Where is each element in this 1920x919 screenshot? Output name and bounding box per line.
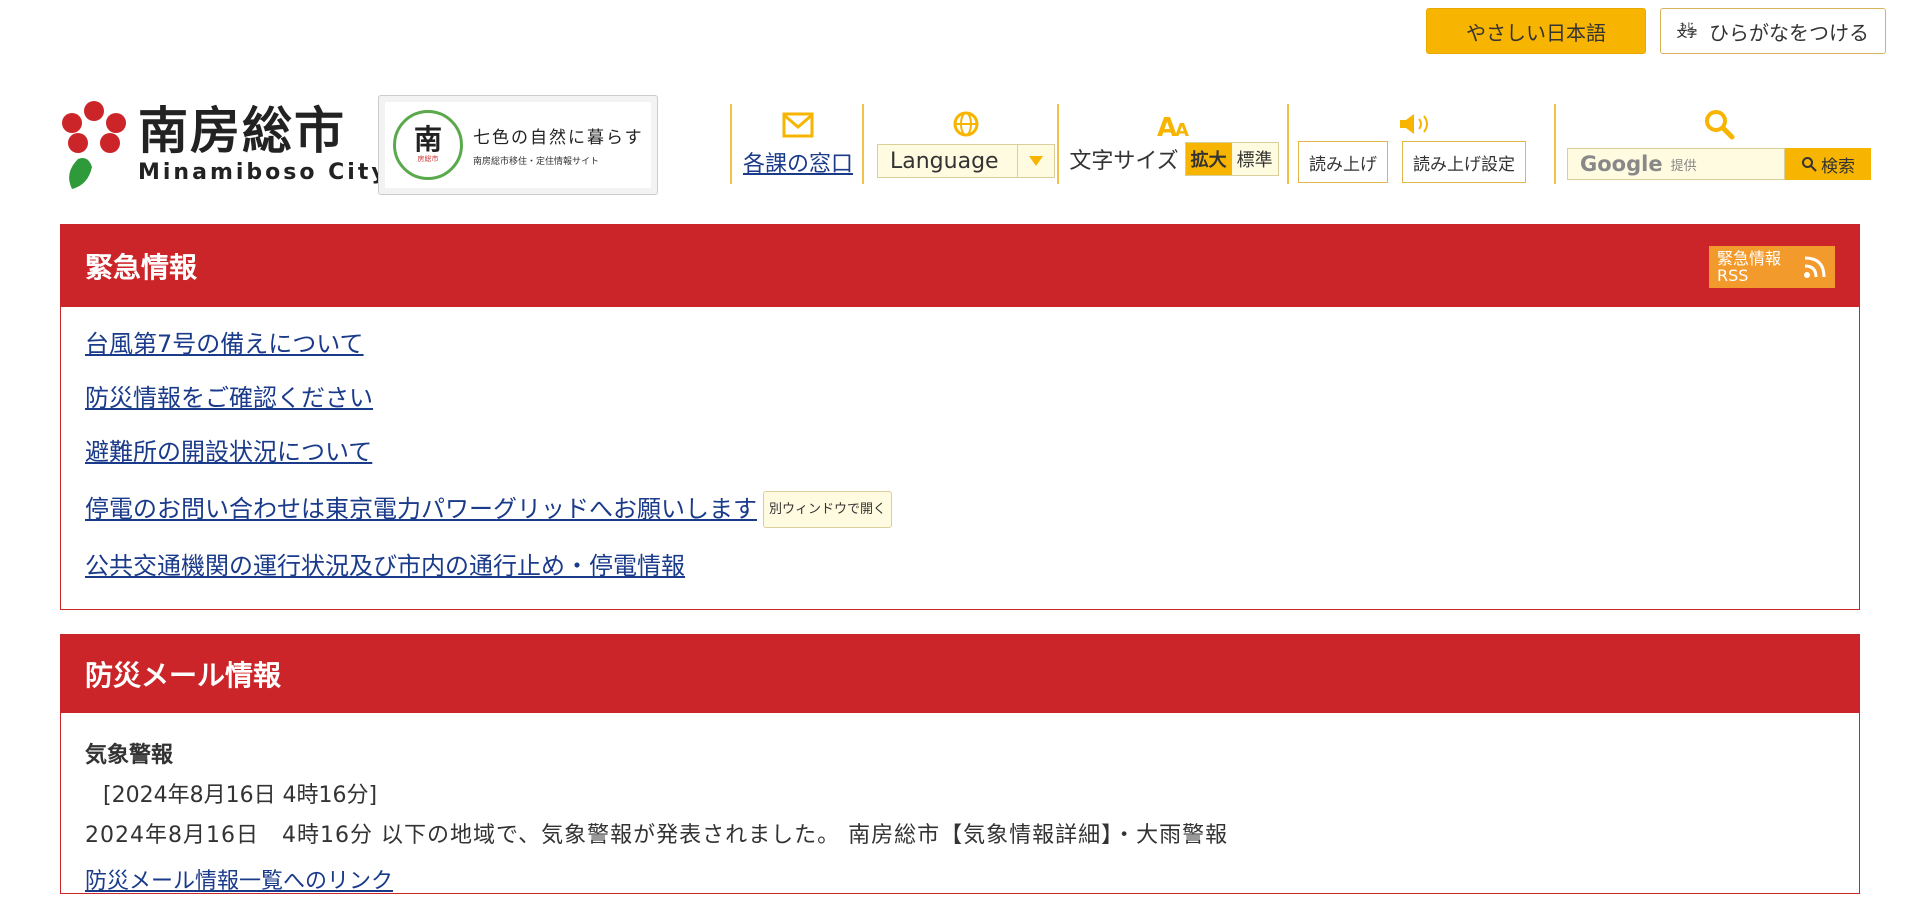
read-aloud-button[interactable]: 読み上げ	[1298, 141, 1388, 183]
divider	[1287, 104, 1289, 184]
emergency-link[interactable]: 避難所の開設状況について	[85, 437, 372, 468]
add-furigana-label: ひらがなをつける	[1709, 20, 1869, 45]
font-size-enlarge-button[interactable]: 拡大	[1185, 143, 1232, 175]
font-size-standard-button[interactable]: 標準	[1231, 143, 1278, 175]
divider	[862, 104, 864, 184]
search-icon	[1705, 110, 1735, 140]
emergency-info-title: 緊急情報	[85, 251, 198, 284]
disaster-mail-body: 気象警報 [2024年8月16日 4時16分] 2024年8月16日 4時16分…	[61, 713, 1859, 919]
banner-subtitle: 南房総市移住・定住情報サイト	[473, 157, 600, 167]
font-size-label: 文字サイズ	[1069, 149, 1179, 174]
divider	[1057, 104, 1059, 184]
language-select[interactable]: Language	[877, 144, 1055, 178]
language-tool: Language	[876, 104, 1056, 184]
easy-japanese-label: やさしい日本語	[1466, 20, 1606, 45]
list-item: 避難所の開設状況について	[85, 437, 1835, 468]
font-size-toggle: 拡大 標準	[1184, 142, 1279, 176]
search-provided-label: 提供	[1670, 158, 1697, 174]
add-furigana-button[interactable]: もじ 文字 ひらがなをつける	[1660, 8, 1886, 54]
banner-title: 七色の自然に暮らす	[473, 128, 644, 148]
search-button[interactable]: 検索	[1785, 148, 1871, 180]
font-size-icon: A A	[1157, 113, 1189, 138]
mail-item-date: [2024年8月16日 4時16分]	[103, 783, 378, 808]
banner-seal-icon: 南 房総市	[393, 110, 463, 180]
list-item: 台風第7号の備えについて	[85, 329, 1835, 360]
search-input[interactable]: Google 提供	[1567, 148, 1785, 180]
list-item: 防災情報をご確認ください	[85, 383, 1835, 414]
list-item: 停電のお問い合わせは東京電力パワーグリッドへお願いします 別ウィンドウで開く	[85, 491, 1835, 528]
search-tool: Google 提供 検索	[1566, 104, 1872, 184]
emergency-link[interactable]: 公共交通機関の運行状況及び市内の通行止め・停電情報	[85, 551, 685, 582]
search-small-icon	[1802, 157, 1817, 172]
emergency-links-list: 台風第7号の備えについて 防災情報をご確認ください 避難所の開設状況について 停…	[61, 307, 1859, 615]
emergency-info-panel: 緊急情報 緊急情報 RSS 台風第7号の備えについて 防災情報をご確認ください …	[60, 224, 1860, 610]
city-name-en: Minamiboso City	[138, 159, 389, 185]
city-name-jp: 南房総市	[138, 102, 346, 161]
svg-text:A: A	[1175, 120, 1189, 138]
disaster-mail-panel: 防災メール情報 気象警報 [2024年8月16日 4時16分] 2024年8月1…	[60, 634, 1860, 894]
contact-tool: 各課の窓口	[738, 104, 858, 184]
disaster-mail-header: 防災メール情報	[61, 635, 1859, 713]
mail-item-text: 2024年8月16日 4時16分 以下の地域で、気象警報が発表されました。 南房…	[85, 823, 1229, 848]
chevron-down-icon	[1017, 145, 1054, 177]
contact-link[interactable]: 各課の窓口	[743, 146, 853, 178]
speaker-icon	[1400, 114, 1428, 134]
read-aloud-settings-button[interactable]: 読み上げ設定	[1402, 141, 1526, 183]
top-utility-bar: やさしい日本語 もじ 文字 ひらがなをつける	[1426, 8, 1886, 54]
emergency-info-header: 緊急情報 緊急情報 RSS	[61, 225, 1859, 307]
furigana-icon: もじ 文字	[1677, 21, 1697, 40]
camellia-logo-icon	[62, 101, 126, 189]
emergency-link[interactable]: 防災情報をご確認ください	[85, 383, 373, 414]
mail-icon	[782, 112, 814, 138]
migration-site-banner[interactable]: 南 房総市 七色の自然に暮らす 南房総市移住・定住情報サイト	[378, 95, 658, 195]
emergency-link[interactable]: 台風第7号の備えについて	[85, 329, 364, 360]
font-size-tool: A A 文字サイズ 拡大 標準	[1066, 104, 1282, 184]
external-window-badge: 別ウィンドウで開く	[763, 491, 893, 528]
rss-icon	[1804, 256, 1826, 278]
emergency-link[interactable]: 停電のお問い合わせは東京電力パワーグリッドへお願いします	[85, 494, 757, 525]
disaster-mail-list-link[interactable]: 防災メール情報一覧へのリンク	[85, 863, 393, 895]
divider	[1554, 104, 1556, 184]
easy-japanese-button[interactable]: やさしい日本語	[1426, 8, 1646, 54]
search-brand: Google	[1580, 152, 1663, 176]
disaster-mail-title: 防災メール情報	[85, 659, 282, 692]
emergency-rss-button[interactable]: 緊急情報 RSS	[1709, 246, 1835, 288]
mail-item-title: 気象警報	[85, 743, 174, 768]
site-logo[interactable]: 南房総市 Minamiboso City	[58, 97, 389, 193]
list-item: 公共交通機関の運行状況及び市内の通行止め・停電情報	[85, 551, 1835, 582]
read-aloud-tool: 読み上げ 読み上げ設定	[1298, 104, 1548, 184]
divider	[730, 104, 732, 184]
globe-icon	[953, 111, 979, 137]
